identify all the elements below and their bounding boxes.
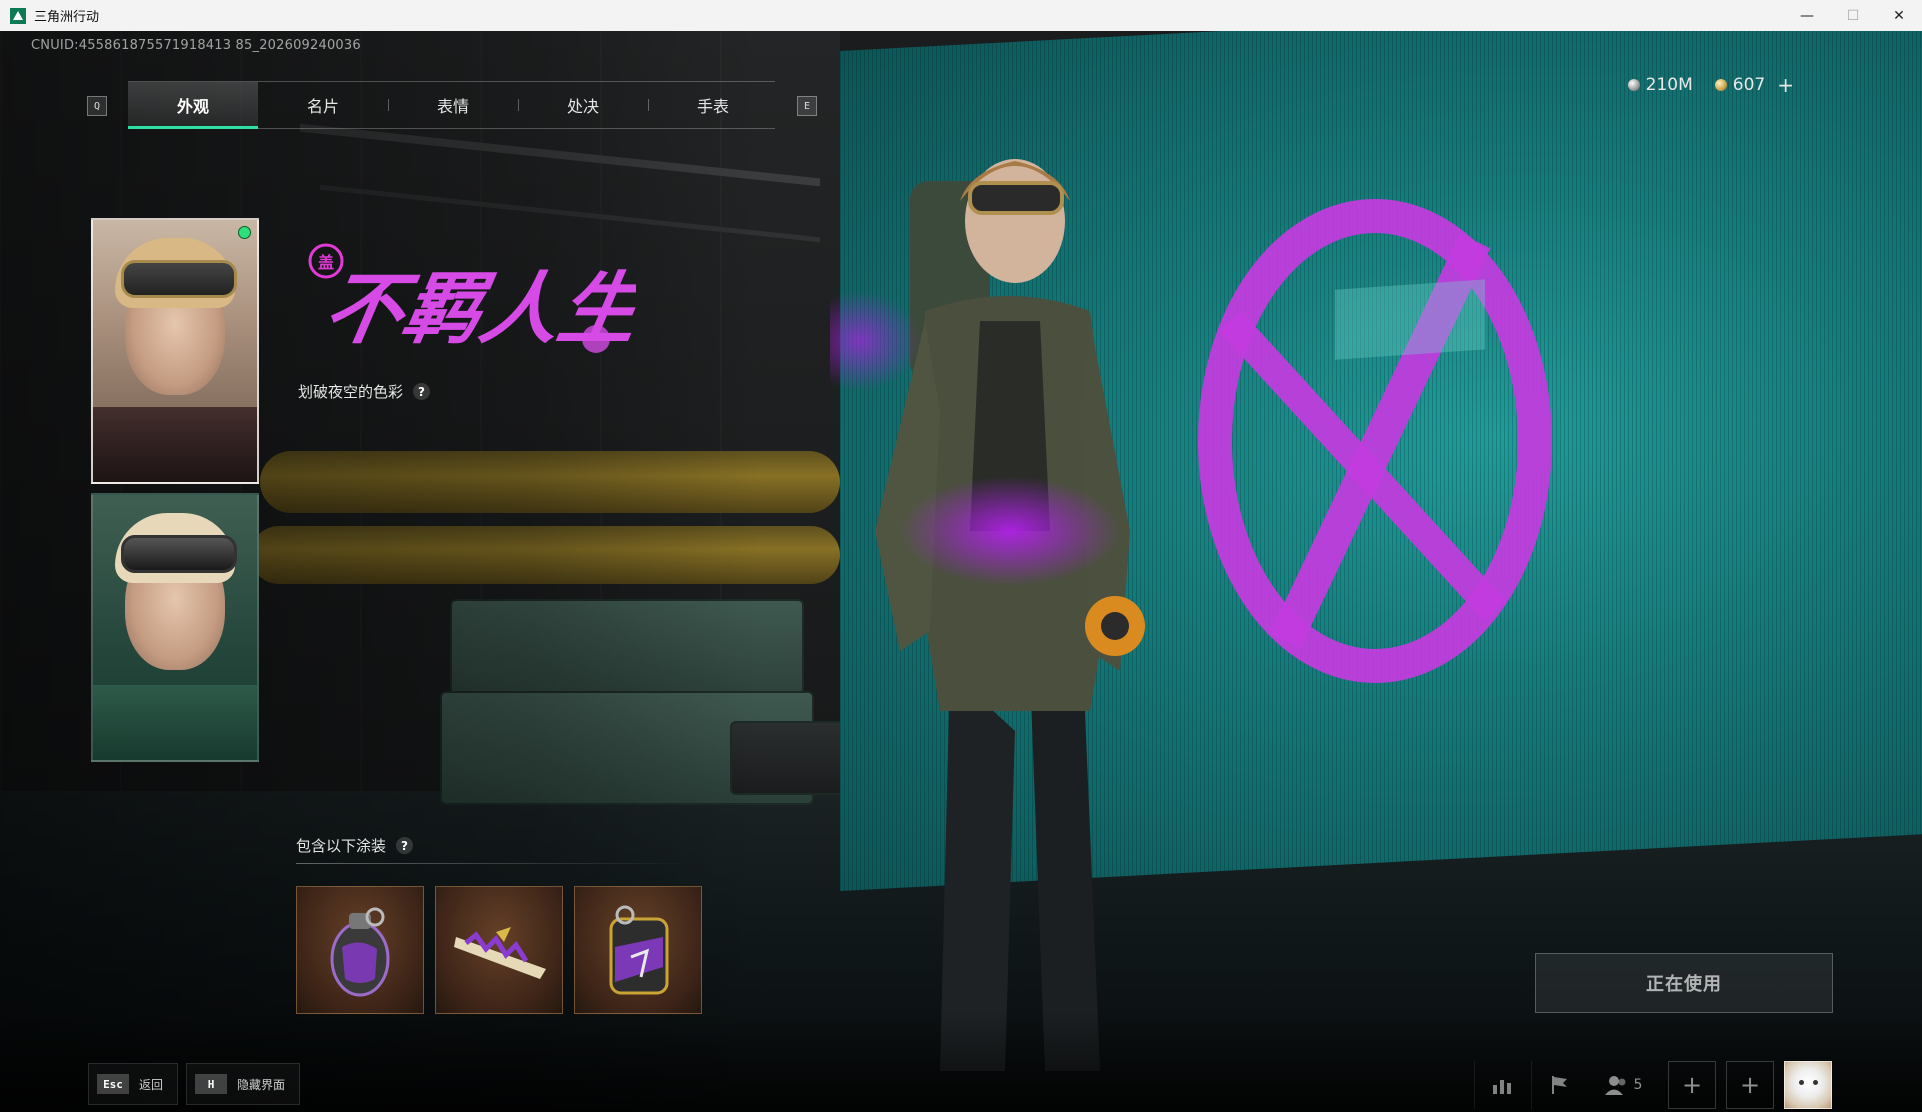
player-avatar[interactable] — [1784, 1061, 1832, 1109]
bottom-left-hints: Esc 返回 H 隐藏界面 — [88, 1063, 308, 1105]
hide-label: 隐藏界面 — [237, 1077, 286, 1092]
flag-button[interactable] — [1531, 1061, 1588, 1109]
skin-portrait-default[interactable] — [91, 493, 259, 762]
minimize-icon[interactable]: — — [1784, 0, 1830, 31]
stats-button[interactable] — [1474, 1061, 1531, 1109]
category-tabs: Q 外观 名片 表情 处决 手表 E — [85, 81, 818, 129]
bottom-right-toolbar: 5 + + — [1474, 1061, 1832, 1109]
skin-subtitle: 划破夜空的色彩 — [298, 383, 404, 401]
prev-tab-key[interactable]: Q — [87, 96, 107, 116]
player-uid: CNUID:455861875571918413 85_202609240036 — [31, 38, 361, 53]
silver-coin-icon — [1627, 79, 1640, 91]
tab-appearance[interactable]: 外观 — [128, 82, 258, 129]
includes-divider — [296, 863, 696, 864]
backpack-skin-icon — [609, 905, 669, 995]
goggles-icon — [121, 260, 237, 298]
graffiti-circle-logo — [1198, 199, 1552, 683]
gold-coin-icon — [1714, 79, 1727, 91]
goggles-icon — [121, 535, 237, 573]
tab-emote[interactable]: 表情 — [388, 82, 518, 128]
included-item-knife[interactable] — [435, 886, 563, 1014]
tab-namecard[interactable]: 名片 — [258, 82, 388, 128]
equipped-indicator-icon — [238, 226, 251, 239]
window-controls: — ☐ ✕ — [1784, 0, 1922, 31]
tab-watch[interactable]: 手表 — [648, 82, 778, 128]
party-members-icon — [1604, 1076, 1626, 1095]
maximize-icon[interactable]: ☐ — [1830, 0, 1876, 31]
invite-slot-button[interactable]: + — [1726, 1061, 1774, 1109]
bar-chart-icon — [1493, 1080, 1511, 1094]
gold-currency: 607 + — [1714, 73, 1794, 97]
add-currency-button[interactable]: + — [1777, 73, 1794, 97]
currency-bar: 210M 607 + — [1627, 73, 1794, 97]
operator-character — [830, 159, 1145, 1071]
silver-amount: 210M — [1645, 75, 1693, 95]
included-item-backpack[interactable] — [574, 886, 702, 1014]
back-button[interactable]: Esc 返回 — [88, 1063, 179, 1105]
skin-title-logo: 盖 不羁人生 — [308, 243, 636, 355]
game-viewport: CNUID:455861875571918413 85_202609240036… — [0, 31, 1922, 1112]
invite-slot-button[interactable]: + — [1668, 1061, 1716, 1109]
close-icon[interactable]: ✕ — [1876, 0, 1922, 31]
gold-amount: 607 — [1732, 75, 1766, 95]
next-tab-key[interactable]: E — [797, 96, 817, 116]
back-key: Esc — [97, 1074, 129, 1094]
hide-ui-button[interactable]: H 隐藏界面 — [186, 1063, 301, 1105]
skin-portrait-selected[interactable] — [91, 218, 259, 484]
party-button[interactable]: 5 — [1588, 1074, 1658, 1096]
app-logo-icon — [10, 7, 26, 24]
silver-currency: 210M — [1627, 75, 1693, 95]
portrait-body — [93, 685, 257, 760]
window-titlebar: 三角洲行动 — ☐ ✕ — [0, 0, 1922, 32]
back-label: 返回 — [139, 1077, 164, 1092]
includes-header: 包含以下涂装 ? — [296, 835, 414, 856]
portrait-body — [93, 407, 257, 482]
skin-help-icon[interactable]: ? — [413, 383, 431, 400]
includes-label: 包含以下涂装 — [296, 837, 387, 855]
window-title: 三角洲行动 — [34, 10, 100, 25]
party-count: 5 — [1633, 1077, 1643, 1093]
flag-icon — [1552, 1076, 1567, 1094]
includes-help-icon[interactable]: ? — [396, 837, 414, 854]
knife-skin-icon — [454, 927, 546, 979]
hide-key: H — [195, 1074, 228, 1094]
grenade-skin-icon — [330, 907, 390, 997]
tab-execution[interactable]: 处决 — [518, 82, 648, 128]
in-use-button[interactable]: 正在使用 — [1535, 953, 1833, 1013]
included-item-grenade[interactable] — [296, 886, 424, 1014]
skin-subtitle-row: 划破夜空的色彩 ? — [298, 381, 431, 402]
